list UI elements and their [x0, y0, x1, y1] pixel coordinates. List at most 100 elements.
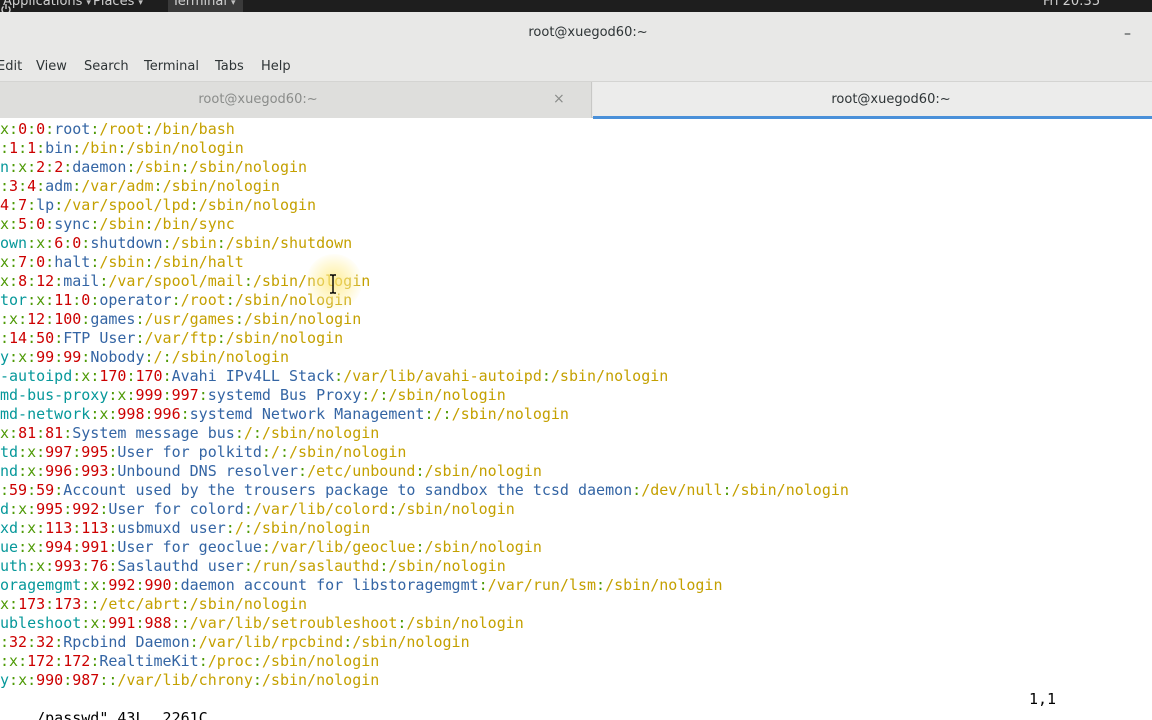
passwd-field-name: own [0, 234, 28, 252]
passwd-field-sep: : [9, 158, 19, 176]
passwd-field-num: 59 [36, 481, 55, 499]
passwd-field-sep: x [90, 614, 100, 632]
passwd-line: :59:59:Account used by the trousers pack… [0, 481, 849, 500]
passwd-field-sep: : [72, 519, 82, 537]
passwd-field-sep: : [36, 538, 46, 556]
passwd-field-text: halt [54, 253, 91, 271]
tab-root-2[interactable]: root@xuegod60:~ [593, 82, 1152, 119]
passwd-field-num: 997 [171, 386, 199, 404]
passwd-field-path: /bin/bash [153, 120, 235, 138]
window-titlebar[interactable]: root@xuegod60:~ – [0, 12, 1152, 54]
passwd-line: x:8:12:mail:/var/spool/mail:/sbin/nologi… [0, 272, 849, 291]
passwd-field-sep: : [45, 120, 55, 138]
passwd-field-num: 990 [144, 576, 172, 594]
passwd-field-text: daemon [72, 158, 127, 176]
passwd-field-sep: : [45, 253, 55, 271]
passwd-field-sep: : [27, 291, 37, 309]
passwd-field-num: 990 [36, 671, 64, 689]
passwd-field-path: /sbin/nologin [261, 671, 380, 689]
tab-root-1[interactable]: root@xuegod60:~ × [0, 82, 592, 118]
passwd-field-sep: : [180, 405, 190, 423]
passwd-field-path: /root [180, 291, 226, 309]
passwd-field-sep: : [243, 272, 253, 290]
passwd-line: own:x:6:0:shutdown:/sbin:/sbin/shutdown [0, 234, 849, 253]
passwd-field-sep: : [27, 120, 37, 138]
passwd-field-text: mail [63, 272, 100, 290]
clock[interactable]: Fri 20:35 [1043, 0, 1100, 9]
menu-tabs[interactable]: Tabs [215, 59, 244, 74]
menu-terminal[interactable]: Terminal [144, 59, 199, 74]
passwd-field-num: 4 [0, 196, 10, 214]
passwd-field-path: /var/lib/geoclue [270, 538, 416, 556]
applications-menu[interactable]: Applications ▾ [3, 0, 91, 9]
menu-help[interactable]: Help [261, 59, 291, 74]
passwd-field-path: /sbin/shutdown [225, 234, 353, 252]
passwd-field-sep: : [144, 405, 154, 423]
minimize-button[interactable]: – [1124, 26, 1131, 42]
passwd-field-sep: : [36, 139, 46, 157]
passwd-field-sep: x [27, 443, 37, 461]
vim-buffer: x:0:0:root:/root:/bin/bash:1:1:bin:/bin:… [0, 120, 849, 690]
passwd-field-sep: : [18, 310, 28, 328]
passwd-field-sep: : [9, 253, 19, 271]
passwd-line: d:x:995:992:User for colord:/var/lib/col… [0, 500, 849, 519]
passwd-field-sep: : [243, 557, 253, 575]
status-file-info: /passwd" 43L, 2261C [36, 709, 208, 720]
passwd-line: nd:x:996:993:Unbound DNS resolver:/etc/u… [0, 462, 849, 481]
terminal-output[interactable]: x:0:0:root:/root:/bin/bash:1:1:bin:/bin:… [0, 119, 1152, 720]
passwd-field-sep: : [144, 348, 154, 366]
passwd-field-sep: : [252, 671, 262, 689]
passwd-field-num: 1 [27, 139, 37, 157]
passwd-field-sep: : [72, 538, 82, 556]
passwd-line: md-bus-proxy:x:999:997:systemd Bus Proxy… [0, 386, 849, 405]
passwd-field-sep: : [81, 557, 91, 575]
passwd-field-sep: : [63, 158, 73, 176]
passwd-field-name: td [0, 443, 19, 461]
passwd-field-num: 0 [36, 253, 46, 271]
passwd-field-text: sync [54, 215, 91, 233]
applications-label: Applications [3, 0, 83, 9]
passwd-line: :3:4:adm:/var/adm:/sbin/nologin [0, 177, 849, 196]
passwd-field-num: 987 [72, 671, 100, 689]
passwd-field-sep: : [216, 234, 226, 252]
passwd-field-sep: : [90, 291, 100, 309]
passwd-field-sep: : [72, 443, 82, 461]
passwd-field-sep: : [261, 443, 271, 461]
passwd-field-sep: : [27, 348, 37, 366]
passwd-field-sep: : [632, 481, 642, 499]
passwd-field-sep: : [541, 367, 551, 385]
close-icon[interactable]: × [553, 91, 565, 107]
terminal-app-menu[interactable]: Terminal ▾ [168, 0, 244, 12]
places-menu[interactable]: Places ▾ [93, 0, 143, 9]
passwd-field-text: Nobody [90, 348, 145, 366]
passwd-line: y:x:990:987::/var/lib/chrony:/sbin/nolog… [0, 671, 849, 690]
passwd-field-sep: : [54, 652, 64, 670]
passwd-field-sep: : [478, 576, 488, 594]
passwd-field-sep: x [36, 557, 46, 575]
passwd-field-num: 172 [27, 652, 55, 670]
tab-label: root@xuegod60:~ [831, 92, 951, 107]
menu-view[interactable]: View [36, 59, 67, 74]
passwd-field-num: 113 [81, 519, 109, 537]
passwd-field-sep: x [18, 500, 28, 518]
passwd-field-sep: : [27, 500, 37, 518]
passwd-field-sep: : [162, 234, 172, 252]
passwd-field-name: n [0, 158, 10, 176]
places-label: Places [93, 0, 135, 9]
passwd-field-sep: : [252, 424, 262, 442]
passwd-line: x:7:0:halt:/sbin:/sbin/halt [0, 253, 849, 272]
passwd-field-path: /var/lib/colord [252, 500, 389, 518]
passwd-field-name: md-network [0, 405, 91, 423]
passwd-field-num: 32 [36, 633, 55, 651]
passwd-field-sep: : [9, 348, 19, 366]
passwd-field-sep: : [81, 576, 91, 594]
passwd-field-sep: : [162, 367, 172, 385]
passwd-field-sep: : [135, 329, 145, 347]
passwd-field-text: FTP User [63, 329, 136, 347]
passwd-field-num: 0 [72, 234, 82, 252]
menu-search[interactable]: Search [84, 59, 129, 74]
passwd-field-sep: : [442, 405, 452, 423]
passwd-field-sep: : [722, 481, 732, 499]
passwd-field-path: /var/lib/avahi-autoipd [343, 367, 542, 385]
menu-edit[interactable]: Edit [0, 59, 22, 74]
